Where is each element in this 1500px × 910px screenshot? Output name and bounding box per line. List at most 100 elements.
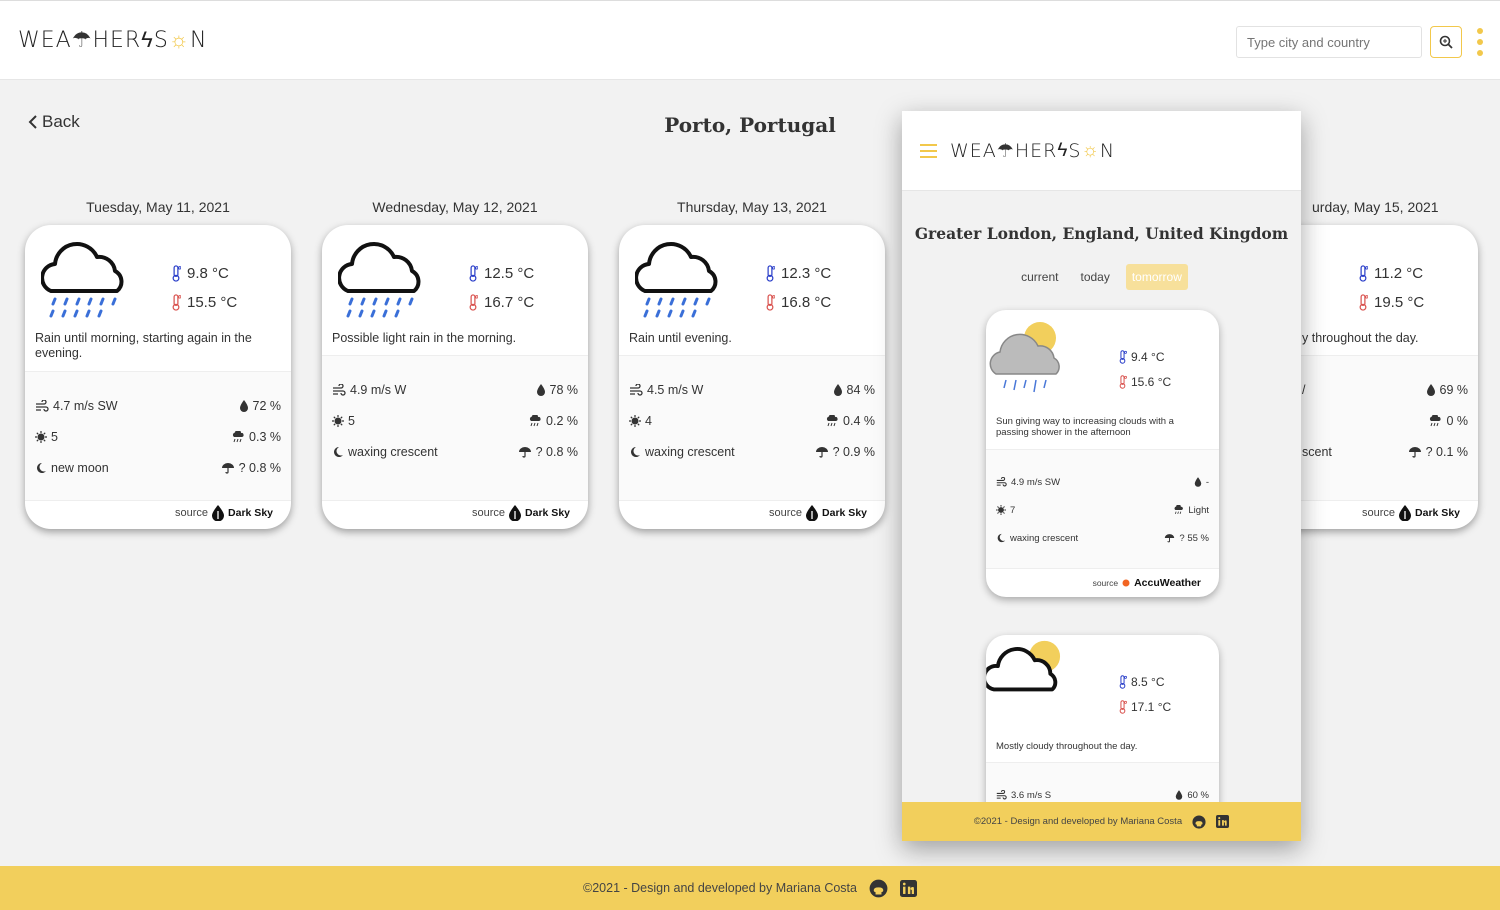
precipitation-icon	[1173, 505, 1184, 515]
precipitation: 0.3 %	[249, 430, 281, 444]
source-label: source	[769, 507, 803, 519]
source-label: source	[1362, 507, 1396, 519]
precipitation: 0.4 %	[843, 414, 875, 428]
umbrella-icon: ☂	[71, 27, 93, 53]
mobile-header: WEA ☂ HER ϟ S ☼ N	[902, 111, 1301, 191]
uv-icon	[629, 415, 641, 427]
location-title: Greater London, England, United Kingdom	[914, 224, 1289, 243]
logo-text-2: HER	[1014, 139, 1058, 162]
forecast-tabs: current today tomorrow	[902, 264, 1301, 290]
temp-min: 9.8 °C	[187, 265, 229, 282]
logo-text-4: N	[1099, 139, 1116, 162]
moon-icon	[629, 446, 641, 458]
umbrella-icon	[221, 462, 235, 474]
app-logo[interactable]: WEA ☂ HER ϟ S ☼ N	[950, 139, 1115, 162]
humidity-icon	[239, 400, 249, 412]
data-source[interactable]: source Dark Sky	[175, 505, 273, 521]
precipitation: 0.2 %	[546, 414, 578, 428]
stats-panel: 4.7 m/s SW 72 % 5 0.3 % new moon ? 0.8 %	[25, 371, 291, 501]
data-source[interactable]: source Dark Sky	[769, 505, 867, 521]
data-source[interactable]: source AccuWeather	[1093, 577, 1201, 589]
precip-probability: ? 0.1 %	[1425, 445, 1468, 459]
forecast-day: Tuesday, May 11, 2021 9.8 °C 15.5 °C Rai…	[25, 199, 291, 529]
stats-panel: 4.5 m/s W 84 % 4 0.4 % waxing crescent ? 0.…	[619, 355, 885, 501]
forecast-card: 9.4 °C 15.6 °C Sun giving way to increas…	[986, 310, 1219, 597]
moon-icon	[35, 462, 47, 474]
data-source[interactable]: source Dark Sky	[472, 505, 570, 521]
umbrella-icon	[1408, 446, 1422, 458]
umbrella-icon: ☂	[996, 139, 1015, 162]
tab-current[interactable]: current	[1015, 264, 1064, 290]
humidity: -	[1205, 476, 1209, 488]
data-source[interactable]: source Dark Sky	[1362, 505, 1460, 521]
humidity-icon	[1175, 790, 1183, 800]
dark-sky-icon	[806, 505, 818, 521]
source-label: source	[175, 507, 209, 519]
hamburger-menu-icon[interactable]	[920, 144, 937, 158]
more-menu-icon[interactable]	[1474, 28, 1486, 56]
thermometer-hot-icon	[468, 294, 478, 311]
logo-text-1: WEA	[950, 139, 997, 162]
back-label: Back	[42, 112, 80, 131]
precip-probability: ? 55 %	[1179, 532, 1209, 544]
tab-tomorrow[interactable]: tomorrow	[1125, 264, 1188, 290]
app-logo[interactable]: WEA ☂ HER ϟ S ☼ N	[18, 27, 207, 54]
summary: Sun giving way to increasing clouds with…	[996, 416, 1174, 438]
accuweather-icon	[1122, 579, 1130, 587]
forecast-card: 9.8 °C 15.5 °C Rain until morning, start…	[25, 225, 291, 529]
temp-max: 15.5 °C	[187, 294, 238, 311]
temp-min: 8.5 °C	[1131, 674, 1165, 689]
day-date: Tuesday, May 11, 2021	[86, 199, 230, 215]
summary: Rain until morning, starting again in th…	[35, 331, 252, 360]
tab-today[interactable]: today	[1074, 264, 1115, 290]
thermometer-hot-icon	[765, 294, 775, 311]
moon-phase: waxing crescent	[348, 445, 438, 459]
precipitation-icon	[825, 415, 839, 427]
wind: 4.9 m/s SW	[1011, 476, 1061, 488]
temp-min: 12.3 °C	[781, 265, 832, 282]
search-input[interactable]	[1236, 26, 1422, 58]
dark-sky-icon	[509, 505, 521, 521]
uv-index: 5	[51, 430, 58, 444]
thermometer-hot-icon	[1118, 700, 1127, 714]
wind: 4.5 m/s W	[647, 383, 704, 397]
thermometer-hot-icon	[1118, 375, 1127, 389]
temp-max: 15.6 °C	[1131, 374, 1172, 389]
humidity: 72 %	[252, 399, 282, 413]
thermometer-cold-icon	[1118, 350, 1127, 364]
moon-phase: new moon	[51, 461, 109, 475]
temp-max: 19.5 °C	[1374, 294, 1425, 311]
logo-text-1: WEA	[18, 27, 72, 53]
day-date: Thursday, May 13, 2021	[677, 199, 827, 215]
search-button[interactable]	[1430, 26, 1462, 58]
summary: y throughout the day.	[1302, 331, 1419, 345]
linkedin-icon[interactable]	[1216, 815, 1230, 828]
back-link[interactable]: Back	[28, 112, 80, 132]
github-icon[interactable]	[869, 879, 888, 898]
lightning-icon: ϟ	[141, 28, 154, 53]
forecast-day: Thursday, May 13, 2021 12.3 °C 16.8 °C R…	[619, 199, 885, 529]
wind-icon	[629, 384, 643, 396]
temp-min: 9.4 °C	[1131, 349, 1165, 364]
search-icon	[1439, 35, 1453, 49]
humidity: 78 %	[549, 383, 579, 397]
rain-icon	[41, 239, 127, 325]
uv-icon	[332, 415, 344, 427]
app-header: WEA ☂ HER ϟ S ☼ N	[0, 0, 1500, 80]
thermometer-hot-icon	[171, 294, 181, 311]
footer-text: ©2021 - Design and developed by Mariana …	[583, 881, 857, 895]
dark-sky-icon	[212, 505, 224, 521]
humidity-icon	[833, 384, 843, 396]
uv-icon	[35, 431, 47, 443]
umbrella-icon	[815, 446, 829, 458]
forecast-day: Wednesday, May 12, 2021 12.5 °C 16.7 °C …	[322, 199, 588, 529]
wind-icon	[332, 384, 346, 396]
github-icon[interactable]	[1192, 814, 1206, 829]
precip-probability: ? 0.9 %	[832, 445, 875, 459]
humidity: 60 %	[1187, 789, 1209, 801]
sun-cloud-shower-icon	[989, 322, 1060, 393]
footer-text: ©2021 - Design and developed by Mariana …	[973, 816, 1183, 827]
linkedin-icon[interactable]	[899, 879, 917, 897]
sun-icon: ☼	[1081, 139, 1100, 161]
day-date: Wednesday, May 12, 2021	[372, 199, 538, 215]
